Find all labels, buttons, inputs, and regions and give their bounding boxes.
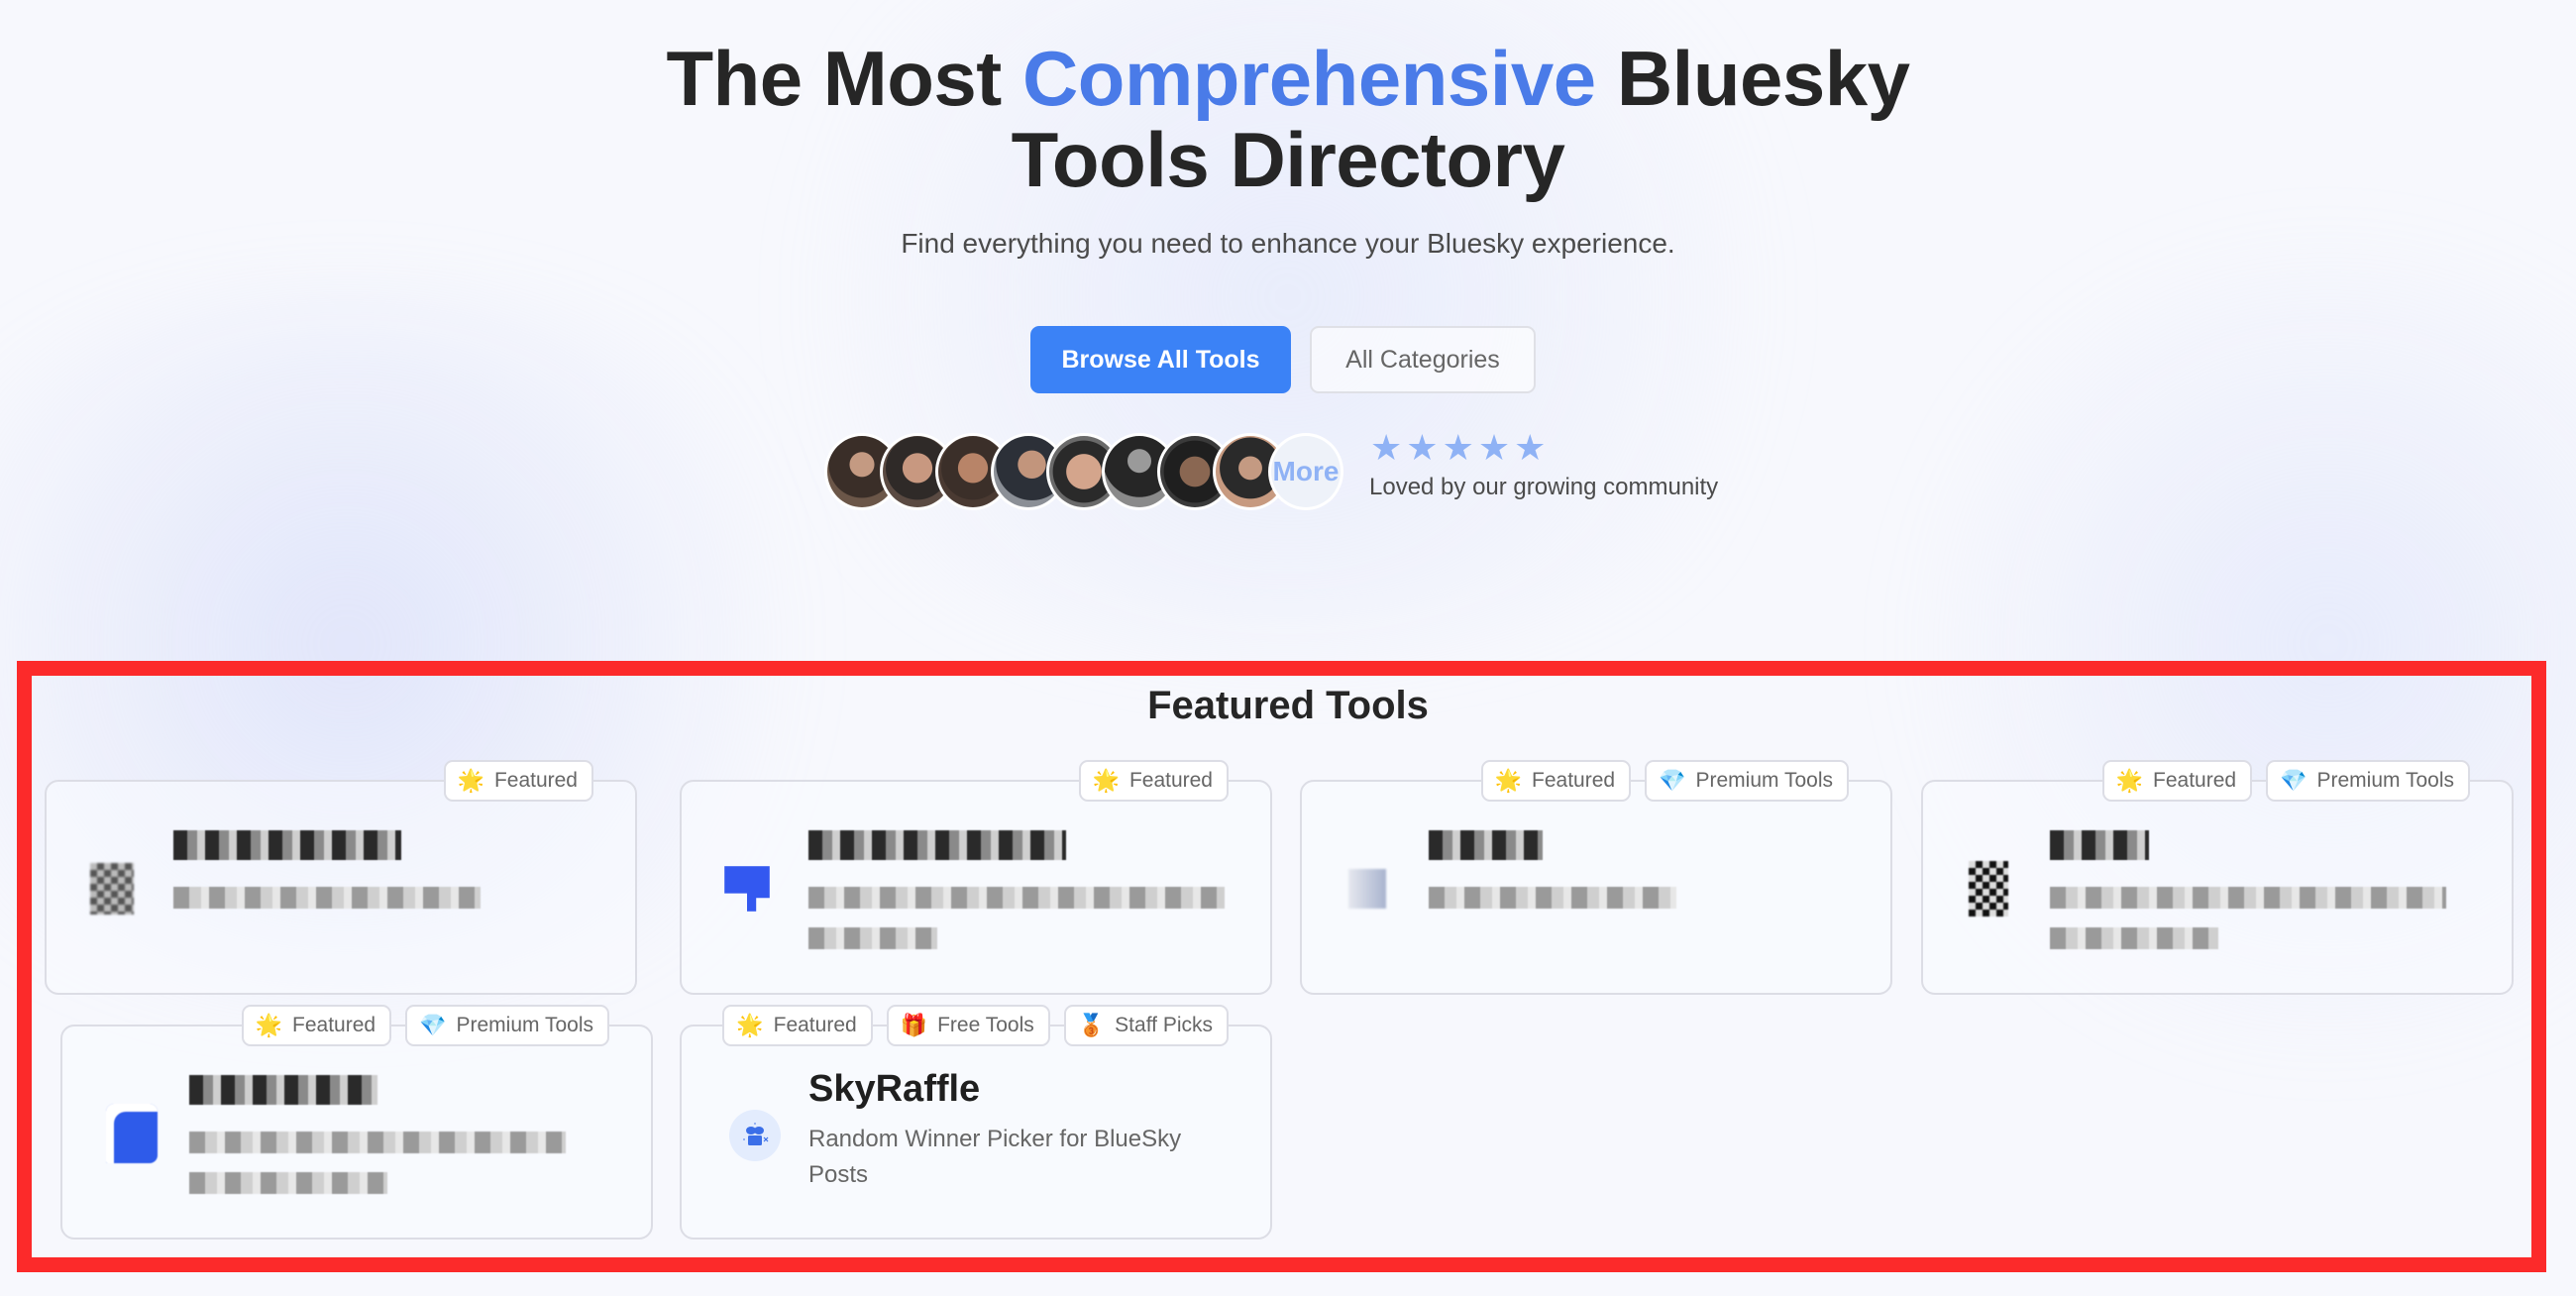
gift-icon: 🎁 bbox=[900, 1013, 928, 1037]
star-icon: ★ bbox=[1477, 427, 1511, 468]
badge-featured[interactable]: 🌟 Featured bbox=[241, 1005, 392, 1046]
badge-premium[interactable]: 💎 Premium Tools bbox=[405, 1005, 609, 1046]
browse-all-tools-button[interactable]: Browse All Tools bbox=[1030, 326, 1291, 393]
title-line-2: Tools Directory bbox=[1011, 116, 1565, 203]
badge-list: 🌟 Featured 💎 Premium Tools bbox=[1480, 760, 1849, 802]
skyraffle-logo bbox=[727, 1108, 783, 1163]
badge-featured[interactable]: 🌟 Featured bbox=[1078, 760, 1229, 802]
badge-list: 🌟 Featured 💎 Premium Tools bbox=[2101, 760, 2470, 802]
diamond-icon: 💎 bbox=[419, 1013, 447, 1037]
tool-description-blurred bbox=[1429, 879, 1855, 919]
title-accent: Comprehensive bbox=[1021, 35, 1596, 122]
tool-logo bbox=[1340, 861, 1395, 917]
gift-icon bbox=[729, 1110, 781, 1161]
star-icon: 🌟 bbox=[1494, 768, 1523, 793]
tool-card[interactable]: 🌟 Featured 💎 Premium Tools bbox=[60, 1005, 653, 1240]
all-categories-button[interactable]: All Categories bbox=[1310, 326, 1536, 393]
tool-logo bbox=[1961, 861, 2016, 917]
medal-icon: 🥉 bbox=[1077, 1013, 1106, 1037]
tool-logo bbox=[104, 1104, 160, 1163]
tool-description-blurred bbox=[2050, 879, 2476, 960]
badge-free-tools[interactable]: 🎁 Free Tools bbox=[886, 1005, 1050, 1046]
tool-description-blurred bbox=[808, 879, 1234, 960]
tool-card[interactable]: 🌟 Featured bbox=[45, 760, 637, 995]
badge-featured[interactable]: 🌟 Featured bbox=[722, 1005, 873, 1046]
star-icon: 🌟 bbox=[736, 1013, 764, 1037]
page-subtitle: Find everything you need to enhance your… bbox=[901, 228, 1675, 259]
tool-card[interactable]: 🌟 Featured 💎 Premium Tools bbox=[1921, 760, 2514, 995]
star-icon: 🌟 bbox=[2115, 768, 2144, 793]
star-icon: ★ bbox=[1442, 427, 1474, 468]
star-icon: ★ bbox=[1514, 427, 1547, 468]
badge-featured[interactable]: 🌟 Featured bbox=[1480, 760, 1632, 802]
tool-name-blurred bbox=[808, 827, 1066, 870]
badge-featured[interactable]: 🌟 Featured bbox=[443, 760, 593, 802]
title-suffix: Bluesky bbox=[1595, 35, 1910, 122]
star-icon: 🌟 bbox=[457, 768, 484, 793]
title-prefix: The Most bbox=[666, 35, 1022, 122]
rating-stars: ★ ★ ★ ★ ★ bbox=[1370, 430, 1546, 466]
star-icon: ★ bbox=[1370, 427, 1403, 468]
tool-logo bbox=[84, 861, 140, 917]
badge-list: 🌟 Featured bbox=[443, 760, 593, 802]
tool-card[interactable]: 🌟 Featured 💎 Premium Tools bbox=[1300, 760, 1892, 995]
star-icon: 🌟 bbox=[1092, 768, 1120, 793]
page-title: The Most Comprehensive Bluesky Tools Dir… bbox=[0, 38, 2576, 200]
badge-premium[interactable]: 💎 Premium Tools bbox=[2266, 760, 2470, 802]
diamond-icon: 💎 bbox=[2280, 768, 2308, 793]
more-avatars-button[interactable]: More bbox=[1268, 433, 1343, 510]
tool-logo bbox=[719, 861, 775, 917]
tool-name-blurred bbox=[1429, 827, 1543, 870]
tool-name-blurred bbox=[2050, 827, 2149, 870]
star-icon: 🌟 bbox=[255, 1013, 283, 1037]
badge-list: 🌟 Featured bbox=[1078, 760, 1229, 802]
tool-card-skyraffle[interactable]: 🌟 Featured 🎁 Free Tools 🥉 Staff Picks SkyRa… bbox=[680, 1005, 1272, 1240]
tool-description-blurred bbox=[189, 1124, 615, 1205]
badge-list: 🌟 Featured 💎 Premium Tools bbox=[241, 1005, 609, 1046]
tool-description-blurred bbox=[173, 879, 599, 919]
tool-name-blurred bbox=[173, 827, 401, 870]
badge-premium[interactable]: 💎 Premium Tools bbox=[1645, 760, 1849, 802]
badge-list: 🌟 Featured 🎁 Free Tools 🥉 Staff Picks bbox=[722, 1005, 1229, 1046]
community-tagline: Loved by our growing community bbox=[1369, 474, 1719, 500]
diamond-icon: 💎 bbox=[1659, 768, 1686, 793]
tool-name-blurred bbox=[189, 1072, 377, 1115]
badge-featured[interactable]: 🌟 Featured bbox=[2101, 760, 2253, 802]
tool-card[interactable]: 🌟 Featured bbox=[680, 760, 1272, 995]
featured-tools-heading: Featured Tools bbox=[1147, 684, 1429, 727]
tool-name[interactable]: SkyRaffle bbox=[808, 1068, 980, 1111]
star-icon: ★ bbox=[1406, 427, 1439, 468]
badge-staff-picks[interactable]: 🥉 Staff Picks bbox=[1063, 1005, 1229, 1046]
tool-description: Random Winner Picker for BlueSky Posts bbox=[808, 1126, 1182, 1188]
